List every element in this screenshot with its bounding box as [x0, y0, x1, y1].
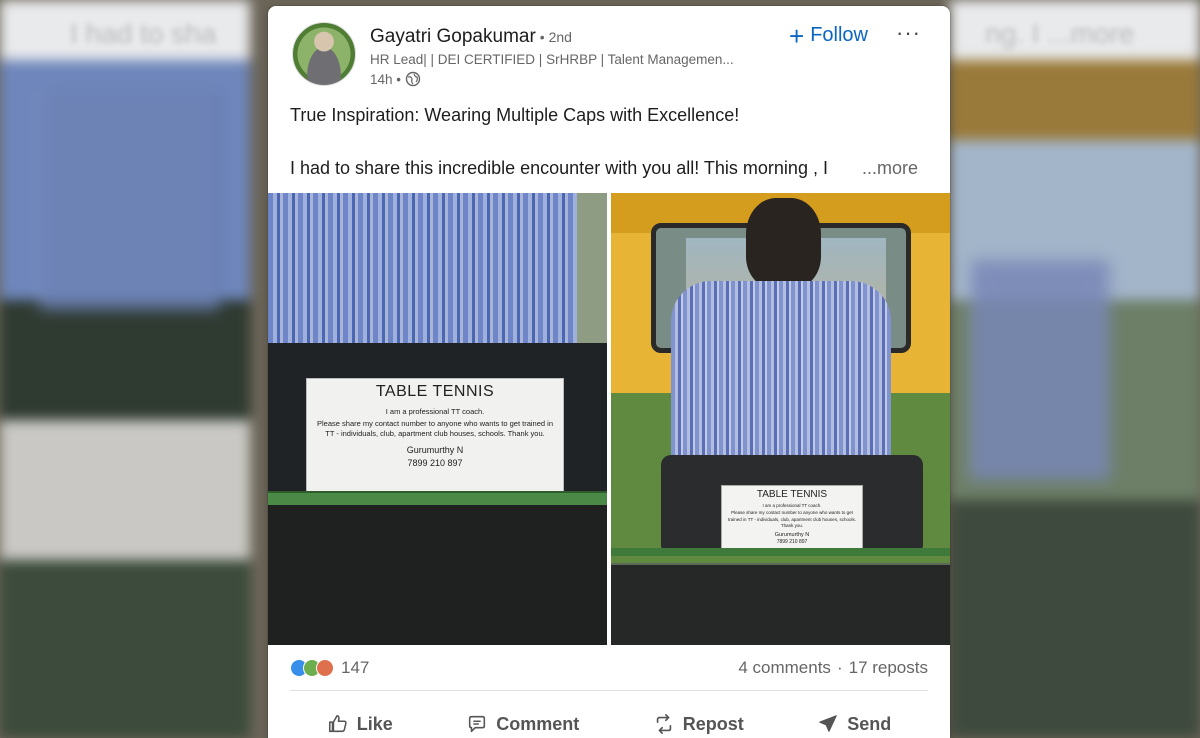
sign-name: Gurumurthy N: [774, 532, 810, 539]
striped-shirt: [268, 193, 607, 343]
post-image-right[interactable]: TABLE TENNIS I am a professional TT coac…: [611, 193, 950, 645]
like-button[interactable]: Like: [317, 706, 403, 738]
send-button[interactable]: Send: [807, 706, 901, 738]
social-counts: 147 4 comments · 17 reposts: [290, 658, 928, 682]
driver-head: [746, 198, 821, 288]
repost-label: Repost: [682, 713, 744, 734]
sign-phone: 7899 210 897: [776, 539, 808, 546]
repost-button[interactable]: Repost: [643, 706, 754, 738]
follow-button[interactable]: + Follow: [783, 20, 874, 51]
green-rail: [268, 491, 607, 505]
sign-line1: I am a professional TT coach.: [762, 503, 822, 508]
post-card: Gayatri Gopakumar • 2nd HR Lead| | DEI CE…: [268, 6, 950, 738]
sign-phone: 7899 210 897: [407, 458, 463, 469]
table-tennis-sign: TABLE TENNIS I am a professional TT coac…: [306, 378, 564, 496]
comment-label: Comment: [496, 713, 580, 734]
comment-button[interactable]: Comment: [456, 706, 589, 738]
globe-icon: [405, 71, 421, 87]
repost-icon: [656, 714, 671, 734]
post-meta: 14h •: [370, 71, 421, 87]
post-time: 14h •: [370, 71, 402, 87]
comment-icon: [469, 715, 486, 733]
like-label: Like: [356, 713, 393, 734]
more-options-button[interactable]: ···: [896, 20, 921, 46]
sign-line1: I am a professional TT coach.: [385, 407, 485, 416]
post-text-line2: I had to share this incredible encounter…: [290, 158, 828, 178]
divider: [290, 690, 928, 691]
send-icon: [819, 715, 838, 732]
sign-line2: Please share my contact number to anyone…: [728, 510, 856, 528]
author-name-row[interactable]: Gayatri Gopakumar • 2nd: [370, 26, 572, 48]
sign-title: TABLE TENNIS: [756, 489, 828, 500]
reactions-summary[interactable]: 147: [290, 658, 369, 678]
backdrop-text-right: ng. I ...more: [985, 18, 1135, 49]
comments-count[interactable]: 4 comments: [738, 658, 831, 678]
table-tennis-sign-small: TABLE TENNIS I am a professional TT coac…: [721, 485, 863, 555]
seat-cushion: [268, 505, 607, 645]
reactions-count: 147: [341, 658, 370, 677]
post-header: Gayatri Gopakumar • 2nd HR Lead| | DEI CE…: [268, 6, 950, 98]
author-avatar[interactable]: [292, 22, 356, 86]
plus-icon: +: [789, 20, 805, 51]
connection-degree: • 2nd: [539, 29, 572, 45]
sign-title: TABLE TENNIS: [375, 383, 495, 400]
separator-dot: ·: [836, 658, 843, 677]
seat-cushion: [611, 565, 950, 645]
reposts-count[interactable]: 17 reposts: [849, 658, 928, 678]
see-more-link[interactable]: ...more: [862, 158, 918, 179]
sign-name: Gurumurthy N: [406, 445, 464, 456]
backdrop-left-blur: [0, 0, 250, 738]
follow-label: Follow: [810, 24, 868, 46]
engagement-counts: 4 comments · 17 reposts: [738, 658, 928, 678]
action-bar: Like Comment Repost Send: [290, 706, 928, 738]
author-headline: HR Lead| | DEI CERTIFIED | SrHRBP | Tale…: [370, 52, 734, 67]
driver-shirt: [671, 281, 891, 471]
post-image-left[interactable]: TABLE TENNIS I am a professional TT coac…: [268, 193, 607, 645]
author-name[interactable]: Gayatri Gopakumar: [370, 26, 536, 47]
backdrop-text-left: I had to sha: [70, 18, 217, 49]
backdrop-right-blur: [950, 0, 1200, 738]
send-label: Send: [847, 713, 892, 734]
sign-line2: Please share my contact number to anyone…: [317, 419, 553, 439]
post-text-line1: True Inspiration: Wearing Multiple Caps …: [290, 105, 740, 125]
love-reaction-icon: [316, 659, 334, 677]
green-rail: [611, 548, 950, 556]
thumbs-up-icon: [328, 714, 347, 733]
